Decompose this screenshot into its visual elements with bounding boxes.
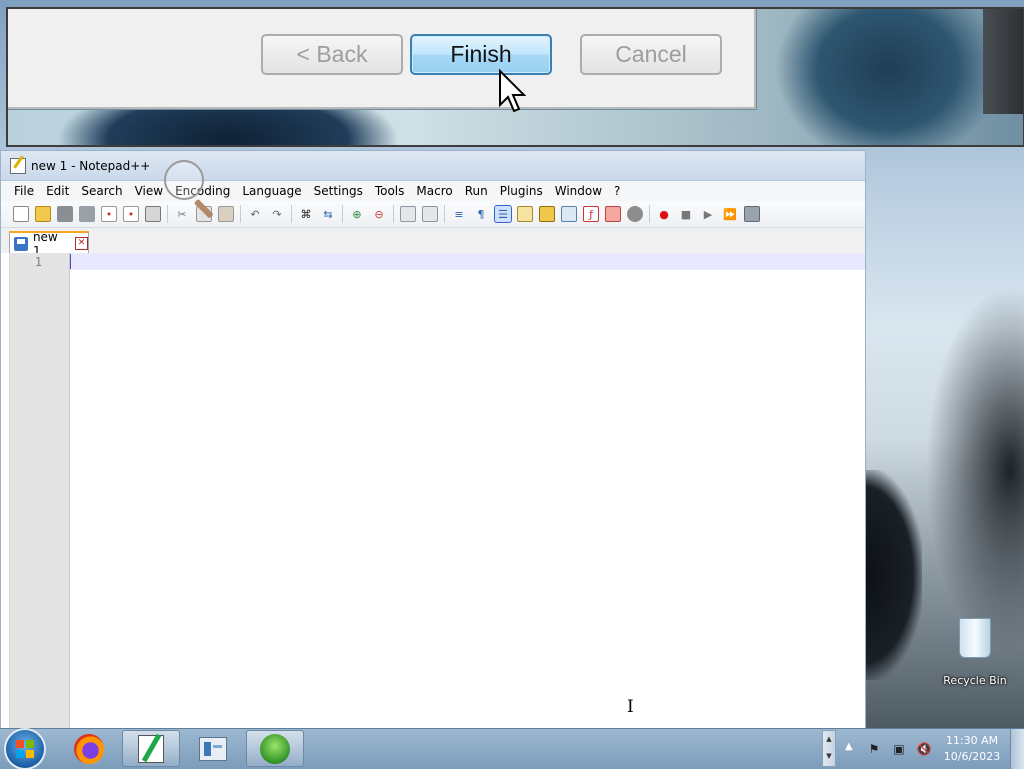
sync-vertical-icon[interactable] (400, 206, 416, 222)
start-button[interactable] (6, 730, 44, 768)
close-all-icon[interactable]: • (123, 206, 139, 222)
menu-tools[interactable]: Tools (369, 184, 411, 198)
installer-dialog-buttons-area: < Back Finish Cancel (8, 9, 756, 109)
ibeam-cursor-icon: I (627, 697, 634, 717)
document-map-icon[interactable] (539, 206, 555, 222)
indent-guide-icon[interactable]: ☰ (494, 205, 512, 223)
toolbar-separator (167, 205, 168, 223)
zoom-inset: < Back Finish Cancel (6, 7, 1024, 147)
notepadpp-app-icon (10, 157, 26, 174)
save-all-icon[interactable] (79, 206, 95, 222)
toolbar-separator (291, 205, 292, 223)
menu-run[interactable]: Run (459, 184, 494, 198)
line-number: 1 (34, 255, 42, 269)
inset-window-edge (983, 9, 1023, 114)
clock-date: 10/6/2023 (943, 750, 1001, 763)
tab-new-1[interactable]: new 1 ✕ (9, 230, 89, 258)
zoom-in-icon[interactable]: ⊕ (349, 206, 365, 222)
notepadpp-icon (138, 734, 164, 763)
cut-icon[interactable]: ✂ (174, 206, 190, 222)
close-icon[interactable]: ✕ (75, 237, 88, 250)
zoom-out-icon[interactable]: ⊖ (371, 206, 387, 222)
find-icon[interactable]: ⌘ (298, 206, 314, 222)
toolbar-separator (240, 205, 241, 223)
title-bar[interactable]: new 1 - Notepad++ (1, 151, 865, 181)
menu-search[interactable]: Search (75, 184, 128, 198)
menu-file[interactable]: File (8, 184, 40, 198)
menu-plugins[interactable]: Plugins (494, 184, 549, 198)
taskbar: ▲ ▼ ▲ ⚑ ▣ 🔇 11:30 AM 10/6/2023 (0, 728, 1024, 769)
window-title: new 1 - Notepad++ (31, 158, 151, 173)
menu-window[interactable]: Window (549, 184, 608, 198)
replace-icon[interactable]: ⇆ (320, 206, 336, 222)
menu-help[interactable]: ? (608, 184, 626, 198)
text-caret (70, 254, 71, 269)
show-all-characters-icon[interactable]: ¶ (473, 206, 489, 222)
menu-language[interactable]: Language (236, 184, 307, 198)
menu-view[interactable]: View (129, 184, 169, 198)
installer-icon (260, 733, 290, 764)
word-wrap-icon[interactable]: ≡ (451, 206, 467, 222)
recycle-bin-icon (959, 618, 991, 658)
monitoring-icon[interactable] (627, 206, 643, 222)
magnifier-icon (164, 160, 204, 200)
run-macro-multiple-icon[interactable]: ⏩ (722, 206, 738, 222)
taskbar-scroll-buttons[interactable]: ▲ ▼ (822, 730, 836, 767)
menu-macro[interactable]: Macro (410, 184, 458, 198)
taskbar-installer[interactable] (246, 730, 304, 767)
show-desktop-button[interactable] (1010, 729, 1024, 769)
toolbar-separator (393, 205, 394, 223)
open-file-icon[interactable] (35, 206, 51, 222)
close-icon[interactable]: • (101, 206, 117, 222)
print-icon[interactable] (145, 206, 161, 222)
line-number-margin: 1 (10, 253, 70, 729)
network-icon[interactable]: ▣ (891, 741, 907, 757)
recycle-bin[interactable]: Recycle Bin (940, 618, 1010, 687)
save-macro-icon[interactable] (744, 206, 760, 222)
toolbar-separator (444, 205, 445, 223)
taskbar-notepadpp[interactable] (122, 730, 180, 767)
cancel-button[interactable]: Cancel (580, 34, 722, 75)
toolbar: • • ✂ ↶ ↷ ⌘ ⇆ ⊕ ⊖ ≡ ¶ ☰ ƒ ● ■ ▶ ⏩ (1, 201, 865, 228)
tab-bar: new 1 ✕ (1, 228, 865, 258)
undo-icon[interactable]: ↶ (247, 206, 263, 222)
show-hidden-icons-icon[interactable]: ▲ (845, 741, 853, 752)
notepadpp-window: new 1 - Notepad++ File Edit Search View … (0, 150, 866, 730)
record-macro-icon[interactable]: ● (656, 206, 672, 222)
save-icon[interactable] (57, 206, 73, 222)
user-language-icon[interactable] (517, 206, 533, 222)
back-button[interactable]: < Back (261, 34, 403, 75)
menu-settings[interactable]: Settings (308, 184, 369, 198)
current-line-highlight[interactable] (70, 253, 865, 270)
new-file-icon[interactable] (13, 206, 29, 222)
taskbar-firefox[interactable] (60, 730, 118, 767)
clock[interactable]: 11:30 AM 10/6/2023 (936, 733, 1008, 765)
function-list-icon[interactable]: ƒ (583, 206, 599, 222)
folder-as-workspace-icon[interactable] (605, 206, 621, 222)
document-list-icon[interactable] (561, 206, 577, 222)
toolbar-separator (342, 205, 343, 223)
menu-edit[interactable]: Edit (40, 184, 75, 198)
save-icon (14, 236, 28, 251)
recycle-bin-label: Recycle Bin (943, 674, 1007, 687)
toolbar-separator (649, 205, 650, 223)
play-macro-icon[interactable]: ▶ (700, 206, 716, 222)
taskbar-task-manager[interactable] (184, 730, 242, 767)
firefox-icon (74, 733, 104, 764)
volume-muted-icon[interactable]: 🔇 (916, 741, 932, 757)
clock-time: 11:30 AM (945, 734, 999, 747)
wallpaper-penguin (862, 470, 922, 680)
finish-button[interactable]: Finish (410, 34, 552, 75)
paste-icon[interactable] (218, 206, 234, 222)
sync-horizontal-icon[interactable] (422, 206, 438, 222)
action-center-flag-icon[interactable]: ⚑ (866, 741, 882, 757)
editor-area[interactable]: 1 I (1, 253, 865, 729)
mouse-cursor-icon (499, 69, 526, 113)
menu-bar: File Edit Search View Encoding Language … (1, 181, 865, 201)
task-manager-icon (199, 736, 227, 761)
stop-recording-icon[interactable]: ■ (678, 206, 694, 222)
redo-icon[interactable]: ↷ (269, 206, 285, 222)
